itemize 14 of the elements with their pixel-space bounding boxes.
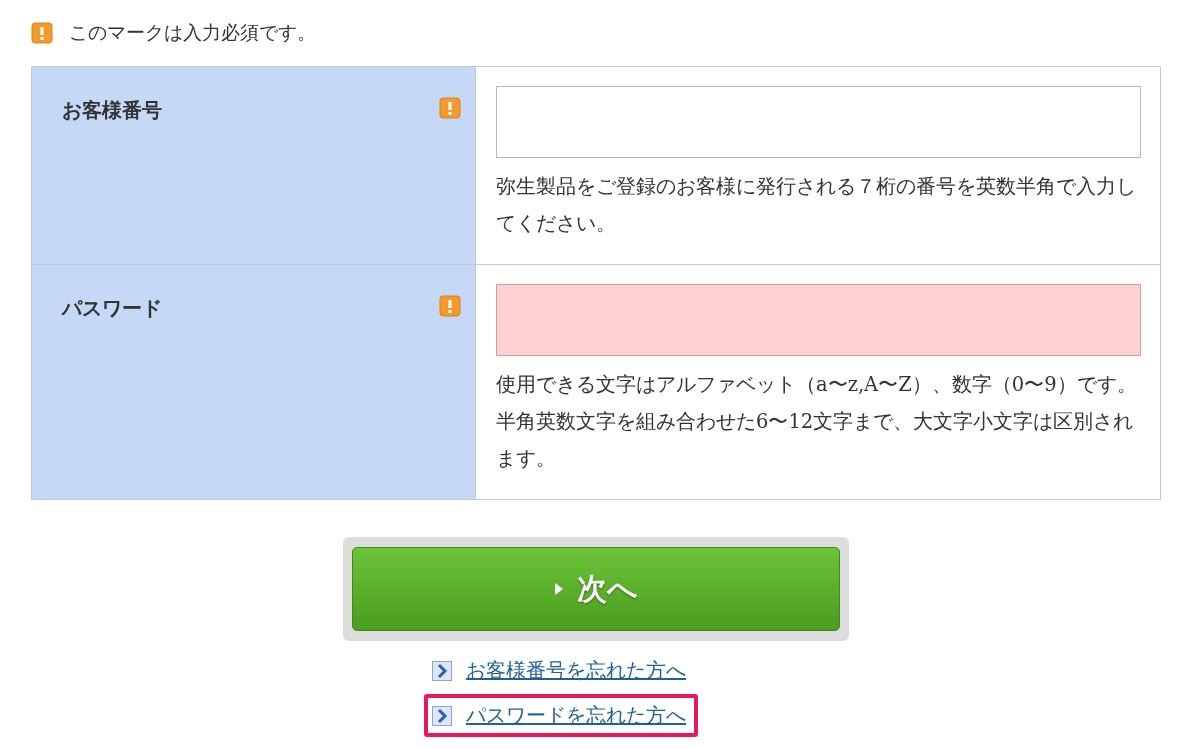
help-text: 半角英数文字を組み合わせた6〜12文字まで、大文字小文字は区別されます。: [496, 409, 1135, 472]
chevron-icon: [432, 705, 452, 726]
play-icon: [554, 583, 563, 595]
required-icon: [31, 22, 53, 44]
required-note: このマークは入力必須です。: [69, 20, 316, 45]
field-label: パスワード: [62, 295, 162, 322]
input-field[interactable]: [496, 86, 1141, 158]
field-label: お客様番号: [62, 97, 162, 124]
link[interactable]: パスワードを忘れた方へ: [466, 702, 686, 729]
help-text: 弥生製品をご登録のお客様に発行される７桁の番号を英数半角で入力してください。: [496, 174, 1137, 237]
link[interactable]: お客様番号を忘れた方へ: [466, 657, 686, 684]
chevron-icon: [432, 660, 452, 681]
input-field[interactable]: [496, 284, 1141, 356]
help-text: 使用できる文字はアルファベット（a〜z,A〜Z）、数字（0〜9）です。: [496, 372, 1138, 398]
